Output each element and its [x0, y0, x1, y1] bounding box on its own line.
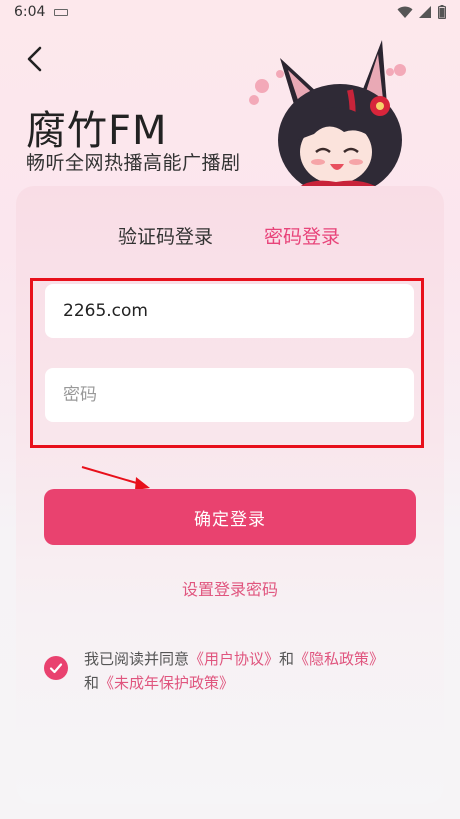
status-icons	[397, 5, 446, 19]
signal-icon	[419, 5, 431, 18]
minor-policy-link[interactable]: 《未成年保护政策》	[99, 674, 234, 692]
confirm-login-button[interactable]: 确定登录	[44, 489, 416, 545]
agreement-prefix: 我已阅读并同意	[84, 650, 190, 668]
chevron-left-icon	[27, 46, 42, 72]
status-time: 6:04	[14, 4, 46, 20]
notification-icon	[54, 9, 68, 16]
privacy-policy-link[interactable]: 《隐私政策》	[294, 650, 384, 668]
status-bar: 6:04	[0, 0, 460, 26]
tab-password-login[interactable]: 密码登录	[264, 222, 340, 249]
user-agreement-link[interactable]: 《用户协议》	[189, 650, 279, 668]
battery-icon	[438, 5, 446, 19]
agreement-and-2: 和	[84, 674, 100, 692]
login-tabs: 验证码登录 密码登录	[16, 222, 444, 250]
check-icon	[49, 663, 63, 674]
agree-checkbox[interactable]	[44, 656, 68, 680]
mascot-illustration	[249, 40, 406, 196]
agreement-text: 我已阅读并同意《用户协议》和《隐私政策》 和《未成年保护政策》	[84, 647, 424, 695]
set-password-link[interactable]: 设置登录密码	[0, 576, 460, 600]
account-input[interactable]	[45, 284, 414, 338]
agreement-and-1: 和	[279, 650, 295, 668]
app-subtitle: 畅听全网热播高能广播剧	[26, 152, 241, 174]
back-button[interactable]	[20, 42, 50, 76]
tab-sms-login[interactable]: 验证码登录	[118, 222, 213, 249]
wifi-icon	[397, 6, 413, 18]
password-input[interactable]	[45, 368, 414, 422]
